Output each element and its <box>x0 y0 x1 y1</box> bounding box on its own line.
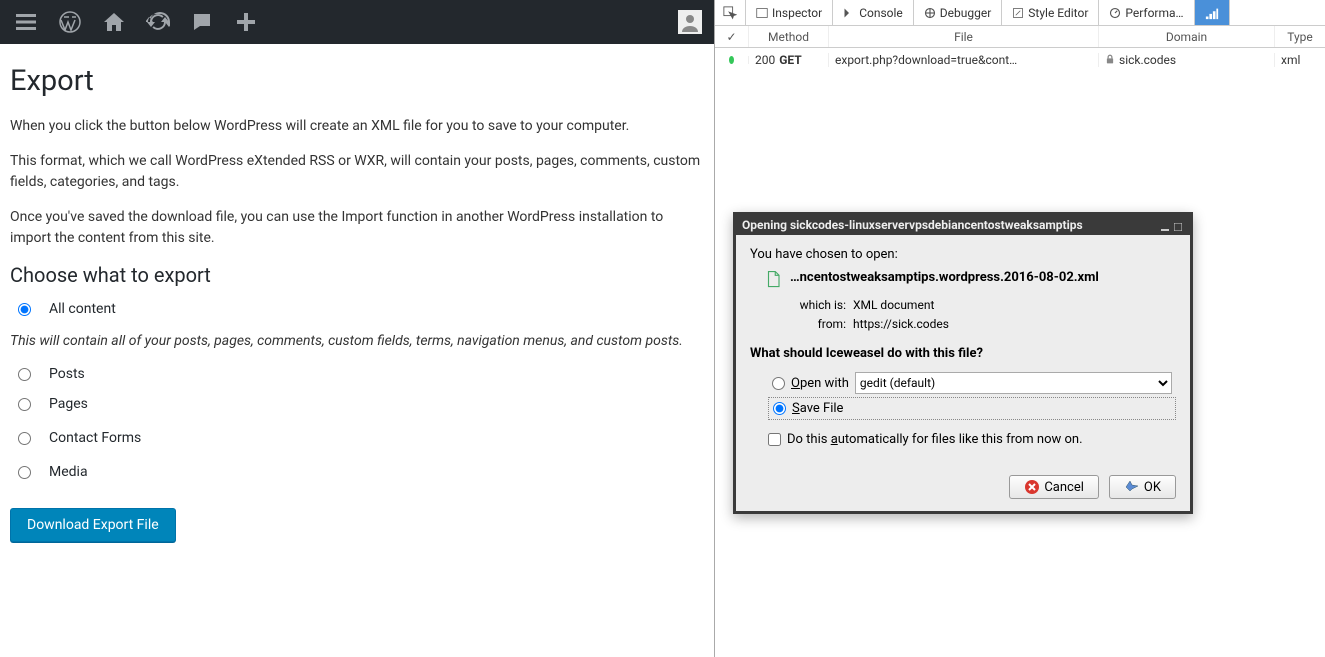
col-file[interactable]: File <box>829 26 1099 47</box>
col-status-check[interactable]: ✓ <box>715 26 749 47</box>
export-option-pages[interactable]: Pages <box>10 396 704 412</box>
which-is-label: which is: <box>788 296 846 315</box>
col-method[interactable]: Method <box>749 26 829 47</box>
radio-media[interactable] <box>18 466 31 479</box>
intro-paragraph-2: This format, which we call WordPress eXt… <box>10 151 704 193</box>
from-value: https://sick.codes <box>853 317 949 331</box>
request-domain: sick.codes <box>1119 53 1176 67</box>
auto-checkbox[interactable] <box>768 433 781 446</box>
export-option-posts[interactable]: Posts <box>10 366 704 382</box>
request-file: export.php?download=true&cont… <box>829 53 1099 67</box>
export-option-all-content[interactable]: All content <box>10 301 704 317</box>
export-option-media[interactable]: Media <box>10 464 704 480</box>
wp-export-page: Export When you click the button below W… <box>0 44 714 562</box>
wordpress-logo-icon[interactable] <box>48 0 92 44</box>
lock-icon <box>1105 54 1115 67</box>
radio-label: Posts <box>49 366 85 382</box>
status-dot-icon <box>729 56 734 64</box>
save-file-label: Save File <box>792 401 843 416</box>
tab-console[interactable]: Console <box>833 0 914 25</box>
updates-icon[interactable] <box>136 0 180 44</box>
tab-label: Inspector <box>772 6 822 20</box>
radio-label: Contact Forms <box>49 430 141 446</box>
radio-label: Media <box>49 464 88 480</box>
network-table-header: ✓ Method File Domain Type <box>715 26 1325 48</box>
ok-icon <box>1124 479 1140 495</box>
radio-pages[interactable] <box>18 398 31 411</box>
element-picker-icon[interactable] <box>715 0 746 25</box>
ok-label: OK <box>1144 480 1161 495</box>
col-domain[interactable]: Domain <box>1099 26 1275 47</box>
wp-admin-bar <box>0 0 714 44</box>
new-content-icon[interactable] <box>224 0 268 44</box>
radio-open-with[interactable] <box>772 377 785 390</box>
tab-debugger[interactable]: Debugger <box>914 0 1003 25</box>
cancel-label: Cancel <box>1044 480 1084 495</box>
all-content-description: This will contain all of your posts, pag… <box>10 331 704 352</box>
user-avatar-icon[interactable] <box>678 10 702 34</box>
tab-label: Performa… <box>1125 6 1183 20</box>
open-with-select[interactable]: gedit (default) <box>855 372 1172 394</box>
minimize-icon[interactable] <box>1161 220 1171 230</box>
status-code: 200 <box>755 53 775 67</box>
tab-label: Style Editor <box>1028 6 1088 20</box>
cancel-icon <box>1024 479 1040 495</box>
maximize-icon[interactable] <box>1174 220 1184 230</box>
which-is-value: XML document <box>853 298 934 312</box>
radio-posts[interactable] <box>18 368 31 381</box>
choose-heading: Choose what to export <box>10 263 704 287</box>
download-dialog: Opening sickcodes-linuxservervpsdebiance… <box>733 212 1193 514</box>
comments-icon[interactable] <box>180 0 224 44</box>
save-file-row[interactable]: Save File <box>768 397 1176 420</box>
page-title: Export <box>10 64 704 98</box>
open-with-row[interactable]: Open with gedit (default) <box>768 369 1176 397</box>
dialog-title-text: Opening sickcodes-linuxservervpsdebiance… <box>742 218 1083 232</box>
col-type[interactable]: Type <box>1275 26 1325 47</box>
http-method: GET <box>779 53 801 67</box>
network-request-row[interactable]: 200 GET export.php?download=true&cont… s… <box>715 48 1325 72</box>
dialog-titlebar[interactable]: Opening sickcodes-linuxservervpsdebiance… <box>736 215 1190 235</box>
request-type: xml <box>1275 53 1325 67</box>
auto-label: Do this automatically for files like thi… <box>787 432 1083 447</box>
tab-style-editor[interactable]: Style Editor <box>1002 0 1099 25</box>
tab-label: Debugger <box>940 6 992 20</box>
download-export-file-button[interactable]: Download Export File <box>10 508 176 542</box>
tab-inspector[interactable]: Inspector <box>746 0 833 25</box>
radio-all-content[interactable] <box>18 303 31 316</box>
intro-paragraph-1: When you click the button below WordPres… <box>10 116 704 137</box>
tab-performance[interactable]: Performa… <box>1099 0 1194 25</box>
radio-label: Pages <box>49 396 88 412</box>
devtools-tab-bar: Inspector Console Debugger Style Editor … <box>715 0 1325 26</box>
menu-icon[interactable] <box>4 0 48 44</box>
dialog-filename: …ncentostweaksamptips.wordpress.2016-08-… <box>790 270 1099 285</box>
radio-label: All content <box>49 301 116 317</box>
ok-button[interactable]: OK <box>1109 475 1176 499</box>
from-label: from: <box>788 315 846 334</box>
radio-contact-forms[interactable] <box>18 432 31 445</box>
intro-paragraph-3: Once you've saved the download file, you… <box>10 207 704 249</box>
dialog-question: What should Iceweasel do with this file? <box>750 346 1176 361</box>
open-with-label: Open with <box>791 376 849 391</box>
file-icon <box>764 270 782 292</box>
home-icon[interactable] <box>92 0 136 44</box>
radio-save-file[interactable] <box>773 402 786 415</box>
cancel-button[interactable]: Cancel <box>1009 475 1099 499</box>
export-option-contact-forms[interactable]: Contact Forms <box>10 430 704 446</box>
tab-network[interactable] <box>1195 0 1230 25</box>
chosen-to-open-label: You have chosen to open: <box>750 247 1176 262</box>
tab-label: Console <box>859 6 903 20</box>
